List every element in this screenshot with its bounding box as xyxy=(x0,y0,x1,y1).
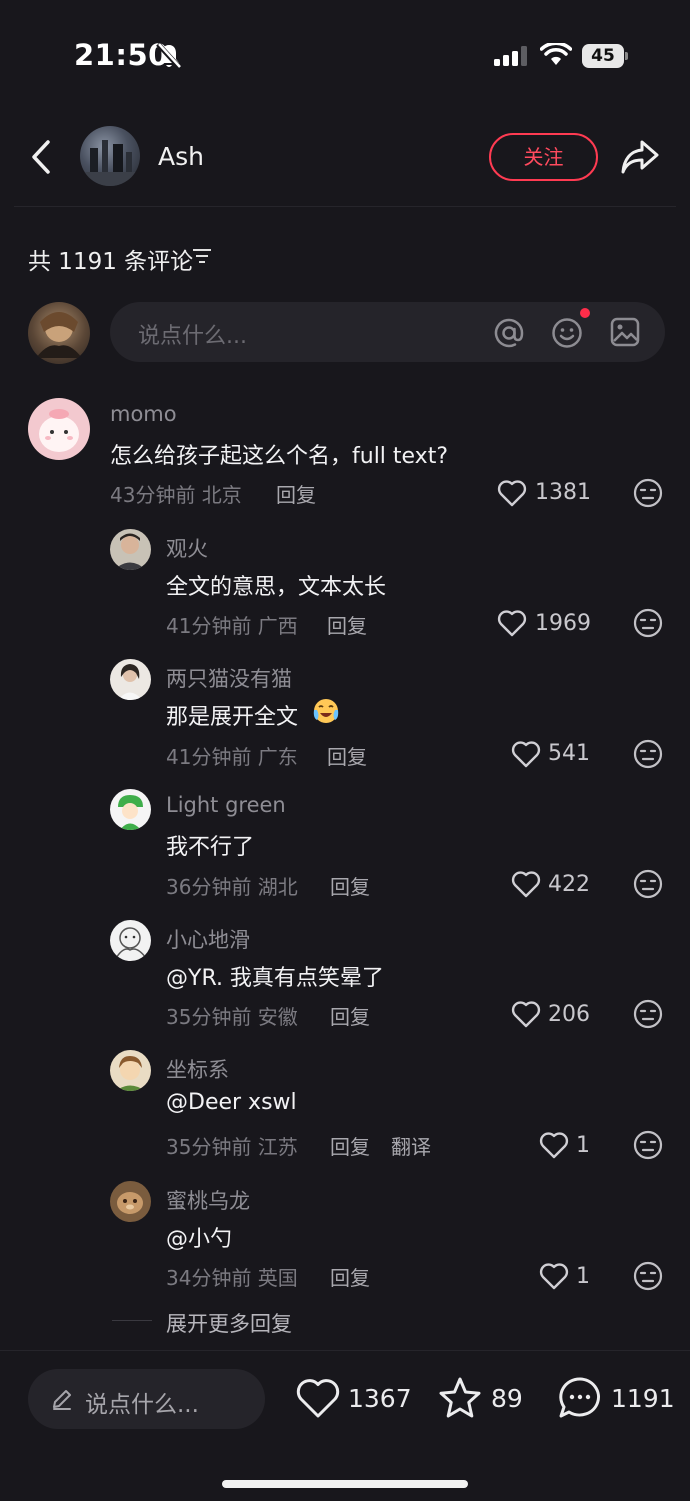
reply-button[interactable]: 回复 xyxy=(276,479,316,508)
back-icon[interactable] xyxy=(26,136,60,178)
share-icon[interactable] xyxy=(620,138,660,176)
author-name[interactable]: Ash xyxy=(158,142,204,171)
comment-time-location: 43分钟前 北京 xyxy=(110,483,242,507)
commenter-avatar[interactable] xyxy=(110,529,151,570)
heart-icon[interactable] xyxy=(511,870,541,898)
header-divider xyxy=(14,206,676,207)
heart-icon[interactable] xyxy=(497,479,527,507)
reply-button[interactable]: 回复 xyxy=(330,1262,370,1291)
crying-laugh-emoji-icon xyxy=(313,699,339,723)
home-indicator[interactable] xyxy=(222,1480,468,1488)
reply-button[interactable]: 回复 xyxy=(330,871,370,900)
dislike-icon[interactable] xyxy=(633,1261,663,1291)
commenter-avatar[interactable] xyxy=(110,659,151,700)
like-count: 1 xyxy=(576,1133,590,1158)
comment-time-location: 36分钟前 湖北 xyxy=(166,875,298,899)
expand-more-replies[interactable]: 展开更多回复 xyxy=(166,1308,292,1338)
commenter-name[interactable]: momo xyxy=(110,402,177,426)
like-count: 1969 xyxy=(535,611,591,636)
like-count: 1 xyxy=(576,1264,590,1289)
my-avatar xyxy=(28,302,90,364)
status-time: 21:50 xyxy=(74,38,169,72)
star-icon[interactable] xyxy=(438,1376,482,1420)
heart-icon[interactable] xyxy=(539,1262,569,1290)
commenter-name[interactable]: 两只猫没有猫 xyxy=(166,663,292,693)
dislike-icon[interactable] xyxy=(633,869,663,899)
heart-icon[interactable] xyxy=(497,609,527,637)
pencil-icon xyxy=(53,1390,71,1410)
comment-text: 全文的意思，文本太长 xyxy=(166,575,387,600)
bell-muted-icon xyxy=(156,42,182,70)
comment-text: @Deer xswl xyxy=(166,1090,297,1115)
like-count: 541 xyxy=(548,741,590,766)
like-count: 422 xyxy=(548,872,590,897)
commenter-name[interactable]: 小心地滑 xyxy=(166,924,250,954)
notification-dot xyxy=(580,308,590,318)
image-icon[interactable] xyxy=(610,317,640,347)
emoji-icon[interactable] xyxy=(551,317,583,349)
commenter-avatar[interactable] xyxy=(110,1181,151,1222)
post-star-count: 89 xyxy=(491,1384,523,1413)
commenter-name[interactable]: 观火 xyxy=(166,533,208,563)
comment-time-location: 41分钟前 广西 xyxy=(166,614,298,638)
comment-text: 那是展开全文 xyxy=(166,705,299,730)
comment-count: 共 1191 条评论 xyxy=(28,249,194,275)
dislike-icon[interactable] xyxy=(633,608,663,638)
commenter-name[interactable]: 蜜桃乌龙 xyxy=(166,1185,250,1215)
comment-time-location: 35分钟前 江苏 xyxy=(166,1135,298,1159)
like-count: 206 xyxy=(548,1002,590,1027)
comment-text: 我不行了 xyxy=(166,835,255,860)
wifi-icon xyxy=(540,43,572,65)
commenter-name[interactable]: 坐标系 xyxy=(166,1054,229,1084)
commenter-avatar[interactable] xyxy=(110,1050,151,1091)
comment-text: 怎么给孩子起这么个名，full text? xyxy=(110,444,449,469)
commenter-avatar[interactable] xyxy=(28,398,90,460)
dislike-icon[interactable] xyxy=(633,739,663,769)
heart-icon[interactable] xyxy=(511,740,541,768)
bottom-input-placeholder[interactable]: 说点什么... xyxy=(85,1385,199,1419)
commenter-avatar[interactable] xyxy=(110,920,151,961)
bottom-divider xyxy=(0,1350,690,1351)
comment-time-location: 41分钟前 广东 xyxy=(166,745,298,769)
battery-level: 45 xyxy=(582,44,624,68)
follow-button[interactable]: 关注 xyxy=(489,133,598,181)
like-count: 1381 xyxy=(535,480,591,505)
heart-icon[interactable] xyxy=(511,1000,541,1028)
reply-button[interactable]: 回复 xyxy=(330,1001,370,1030)
reply-button[interactable]: 回复 xyxy=(327,610,367,639)
comment-bubble-icon[interactable] xyxy=(557,1376,603,1420)
battery-icon: 45 xyxy=(582,44,628,68)
signal-icon xyxy=(494,46,527,66)
comment-text: @YR. 我真有点笑晕了 xyxy=(166,966,384,991)
expand-divider xyxy=(112,1320,152,1321)
comment-time-location: 35分钟前 安徽 xyxy=(166,1005,298,1029)
at-icon[interactable] xyxy=(493,317,525,349)
comment-input-placeholder[interactable]: 说点什么... xyxy=(138,318,247,350)
translate-button[interactable]: 翻译 xyxy=(391,1131,431,1160)
post-comment-count: 1191 xyxy=(611,1384,675,1413)
reply-button[interactable]: 回复 xyxy=(330,1131,370,1160)
commenter-name[interactable]: Light green xyxy=(166,793,286,817)
dislike-icon[interactable] xyxy=(633,478,663,508)
post-like-count: 1367 xyxy=(348,1384,412,1413)
comment-time-location: 34分钟前 英国 xyxy=(166,1266,298,1290)
heart-icon[interactable] xyxy=(539,1131,569,1159)
commenter-avatar[interactable] xyxy=(110,789,151,830)
reply-button[interactable]: 回复 xyxy=(327,741,367,770)
comment-text: @小勺 xyxy=(166,1227,233,1252)
filter-icon[interactable] xyxy=(192,246,212,266)
dislike-icon[interactable] xyxy=(633,1130,663,1160)
like-post-icon[interactable] xyxy=(296,1377,340,1419)
dislike-icon[interactable] xyxy=(633,999,663,1029)
author-avatar[interactable] xyxy=(80,126,140,186)
